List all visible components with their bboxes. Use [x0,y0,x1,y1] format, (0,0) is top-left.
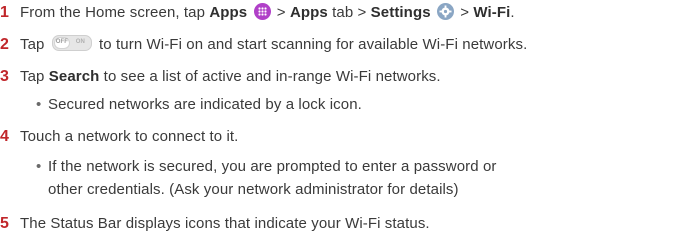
apps-tab-label: Apps [289,4,328,21]
apps-label: Apps [209,4,248,21]
settings-label: Settings [370,4,431,21]
wifi-label: Wi-Fi [473,4,511,21]
apps-grid-icon [253,3,271,20]
step-text: Tap OFF ON to turn Wi-Fi on and start sca… [20,35,528,53]
step-number: 2 [0,36,9,53]
step-text: From the Home screen, tap Apps > Apps ta… [20,3,515,21]
step-number: 4 [0,128,9,145]
wifi-toggle-off-icon: OFF ON [51,35,92,51]
toggle-on-label: ON [75,39,85,45]
toggle-off-label: OFF [55,39,69,45]
search-label: Search [48,68,100,85]
bullet-glyph: • [36,96,42,113]
bullet-text: If the network is secured, you are promp… [48,158,497,175]
step-number: 3 [0,68,9,85]
bullet-text: Secured networks are indicated by a lock… [48,96,362,113]
step-text: Touch a network to connect to it. [20,128,239,145]
settings-gear-icon [436,3,454,20]
bullet-text: other credentials. (Ask your network adm… [48,181,459,198]
step-number: 5 [0,215,9,232]
step-text: The Status Bar displays icons that indic… [20,215,430,232]
step-number: 1 [0,4,9,21]
step-text: Tap Search to see a list of active and i… [20,68,441,85]
instructions-document: 1 From the Home screen, tap Apps > Apps … [0,0,689,242]
bullet-glyph: • [36,158,42,175]
